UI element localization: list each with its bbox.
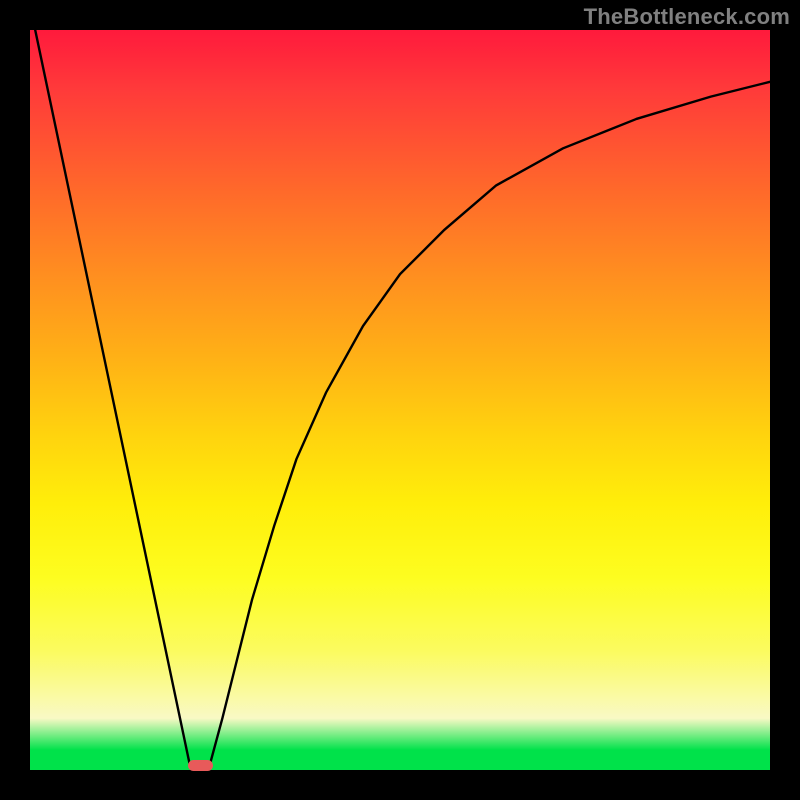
watermark-text: TheBottleneck.com bbox=[584, 4, 790, 30]
chart-frame: TheBottleneck.com bbox=[0, 0, 800, 800]
series-left-linear-descent bbox=[35, 30, 190, 765]
plot-area bbox=[30, 30, 770, 770]
chart-curve bbox=[30, 30, 770, 770]
series-right-rising-curve bbox=[210, 82, 770, 765]
optimum-marker bbox=[188, 760, 213, 770]
